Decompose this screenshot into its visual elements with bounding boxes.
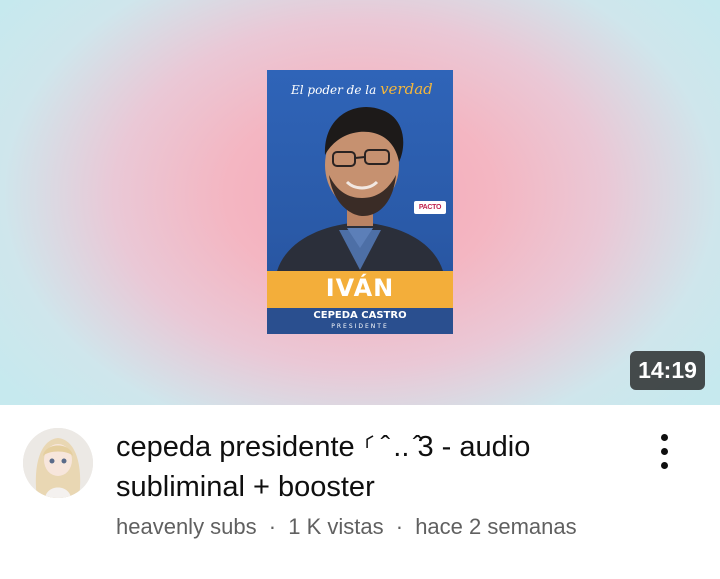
channel-name[interactable]: heavenly subs xyxy=(116,514,257,539)
video-thumbnail[interactable]: El poder de la verdad PACTO IVÁN CEPEDA … xyxy=(0,0,720,405)
doll-avatar-icon xyxy=(23,428,93,498)
poster-surname: CEPEDA CASTRO xyxy=(313,310,407,321)
poster-name: IVÁN xyxy=(325,274,395,302)
video-duration-badge: 14:19 xyxy=(630,351,705,390)
meta-separator: · xyxy=(395,514,404,539)
channel-avatar[interactable] xyxy=(23,428,93,498)
meta-separator: · xyxy=(268,514,277,539)
view-count: 1 K vistas xyxy=(288,514,384,539)
upload-age: hace 2 semanas xyxy=(415,514,577,539)
more-vert-icon[interactable] xyxy=(650,430,680,474)
pacto-logo: PACTO xyxy=(414,201,446,214)
campaign-poster-image: El poder de la verdad PACTO IVÁN CEPEDA … xyxy=(267,70,453,334)
poster-role: PRESIDENTE xyxy=(331,323,389,330)
video-title[interactable]: cepeda presidente ⸂ ̂ .. ̂3 - audio subl… xyxy=(116,427,616,507)
video-metadata: heavenly subs · 1 K vistas · hace 2 sema… xyxy=(116,514,676,540)
